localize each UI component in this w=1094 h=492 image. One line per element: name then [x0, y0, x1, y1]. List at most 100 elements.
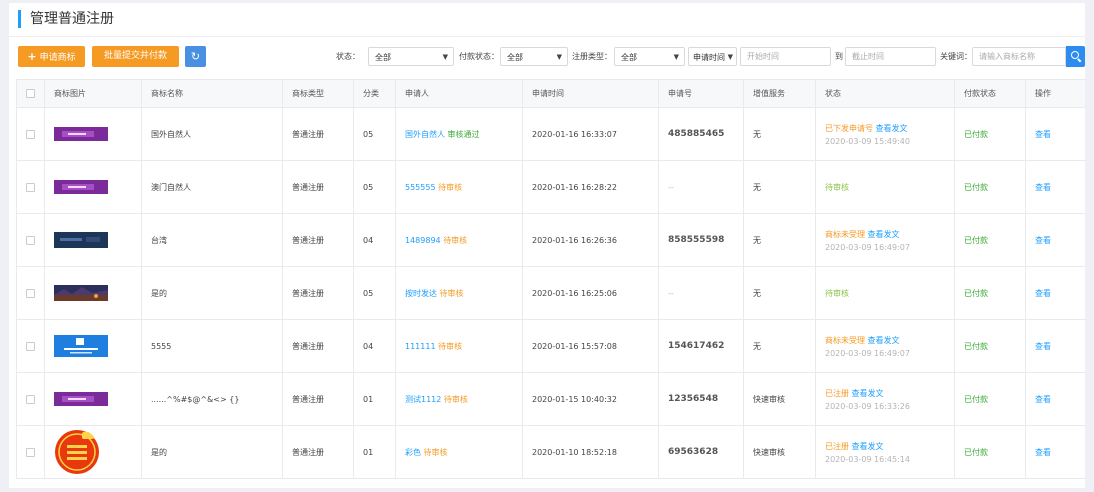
status-cell: 待审核 — [815, 266, 955, 320]
view-document-link[interactable]: 查看发文 — [868, 336, 900, 345]
applicant-link[interactable]: 测试1112 — [405, 395, 441, 404]
date-type-select[interactable]: 申请时间 ▼ — [688, 47, 737, 66]
trademark-type: 普通注册 — [282, 160, 354, 214]
night-city-image — [54, 285, 108, 301]
pay-status: 已付款 — [954, 160, 1026, 214]
row-checkbox[interactable] — [26, 182, 35, 192]
pay-status-select[interactable]: 全部 ▼ — [500, 47, 568, 66]
row-checkbox-cell[interactable] — [16, 213, 45, 267]
col-status-header: 状态 — [815, 79, 955, 108]
refresh-icon: ↻ — [190, 50, 201, 63]
view-document-link[interactable]: 查看发文 — [868, 230, 900, 239]
row-checkbox[interactable] — [26, 447, 35, 457]
col-pay-header: 付款状态 — [954, 79, 1026, 108]
end-date-input[interactable]: 截止时间 — [845, 47, 936, 66]
view-link[interactable]: 查看 — [1025, 213, 1085, 267]
applicant-link[interactable]: 国外自然人 — [405, 130, 445, 139]
view-document-link[interactable]: 查看发文 — [852, 442, 884, 451]
applicant-link[interactable]: 1489894 — [405, 236, 441, 245]
status-cell: 已下发申请号 查看发文 2020-03-09 15:49:40 — [815, 107, 955, 161]
application-number: -- — [658, 160, 744, 214]
pay-status-select-value: 全部 — [507, 53, 523, 62]
trademark-class: 05 — [353, 266, 396, 320]
select-all-checkbox-cell[interactable] — [16, 79, 45, 108]
status-text: 已下发申请号 — [825, 123, 873, 133]
status-select[interactable]: 全部 ▼ — [368, 47, 454, 66]
view-link[interactable]: 查看 — [1025, 425, 1085, 479]
trademark-type: 普通注册 — [282, 266, 354, 320]
row-checkbox-cell[interactable] — [16, 372, 45, 426]
applicant-link[interactable]: 彩色 — [405, 448, 421, 457]
search-button[interactable] — [1066, 46, 1085, 67]
status-text: 待审核 — [825, 182, 849, 192]
value-added-service: 无 — [743, 160, 816, 214]
status-cell: 已注册 查看发文 2020-03-09 16:33:26 — [815, 372, 955, 426]
trademark-image-cell — [44, 107, 142, 161]
applicant-status: 待审核 — [438, 182, 463, 192]
table-row: 是的 普通注册 01 彩色 待审核 2020-01-10 18:52:18 69… — [16, 425, 1085, 479]
refresh-button[interactable]: ↻ — [185, 46, 206, 67]
table-header-row: 商标图片 商标名称 商标类型 分类 申请人 申请时间 申请号 增值服务 状态 付… — [16, 79, 1085, 108]
col-time-header: 申请时间 — [522, 79, 659, 108]
row-checkbox[interactable] — [26, 129, 35, 139]
status-time: 2020-03-09 16:33:26 — [825, 401, 910, 411]
trademark-name: 5555 — [141, 319, 283, 373]
view-link[interactable]: 查看 — [1025, 319, 1085, 373]
trademark-class: 04 — [353, 319, 396, 373]
row-checkbox-cell[interactable] — [16, 107, 45, 161]
application-number: 485885465 — [658, 107, 744, 161]
batch-submit-pay-button[interactable]: 批量提交并付款 — [92, 46, 179, 67]
view-link[interactable]: 查看 — [1025, 266, 1085, 320]
apply-time: 2020-01-16 16:26:36 — [522, 213, 659, 267]
status-time: 2020-03-09 16:45:14 — [825, 454, 910, 464]
value-added-service: 无 — [743, 266, 816, 320]
apply-trademark-button[interactable]: + 申请商标 — [18, 46, 85, 67]
applicant-cell: 555555 待审核 — [395, 160, 523, 214]
row-checkbox-cell[interactable] — [16, 319, 45, 373]
congratulations-seal-image — [55, 430, 99, 474]
caret-down-icon: ▼ — [442, 53, 448, 61]
apply-time: 2020-01-10 18:52:18 — [522, 425, 659, 479]
trademark-image-cell — [44, 160, 142, 214]
apply-time: 2020-01-16 16:28:22 — [522, 160, 659, 214]
view-link[interactable]: 查看 — [1025, 160, 1085, 214]
applicant-link[interactable]: 111111 — [405, 342, 436, 351]
reg-type-select[interactable]: 全部 ▼ — [614, 47, 685, 66]
status-text: 已注册 — [825, 388, 849, 398]
row-checkbox-cell[interactable] — [16, 160, 45, 214]
view-link[interactable]: 查看 — [1025, 107, 1085, 161]
status-time: 2020-03-09 16:49:07 — [825, 348, 910, 358]
keyword-search-input[interactable]: 请输入商标名称 — [972, 47, 1066, 66]
table-row: 是的 普通注册 05 按时发达 待审核 2020-01-16 16:25:06 … — [16, 266, 1085, 320]
select-all-checkbox[interactable] — [26, 89, 35, 98]
view-document-link[interactable]: 查看发文 — [876, 124, 908, 133]
view-document-link[interactable]: 查看发文 — [852, 389, 884, 398]
row-checkbox[interactable] — [26, 394, 35, 404]
applicant-link[interactable]: 555555 — [405, 183, 436, 192]
row-checkbox-cell[interactable] — [16, 425, 45, 479]
value-added-service: 快速审核 — [743, 425, 816, 479]
trademark-image-cell — [44, 266, 142, 320]
applicant-link[interactable]: 按时发达 — [405, 289, 437, 298]
row-checkbox[interactable] — [26, 288, 35, 298]
pay-status: 已付款 — [954, 213, 1026, 267]
applicant-cell: 国外自然人 审核通过 — [395, 107, 523, 161]
table-row: ......^%#$@^&<> {} 普通注册 01 测试1112 待审核 20… — [16, 372, 1085, 426]
start-date-input[interactable]: 开始时间 — [740, 47, 831, 66]
application-number: -- — [658, 266, 744, 320]
row-checkbox[interactable] — [26, 341, 35, 351]
row-checkbox[interactable] — [26, 235, 35, 245]
pay-status: 已付款 — [954, 266, 1026, 320]
applicant-status: 待审核 — [438, 341, 463, 351]
col-applicant-header: 申请人 — [395, 79, 523, 108]
application-number: 154617462 — [658, 319, 744, 373]
apply-trademark-label: 申请商标 — [39, 53, 76, 63]
view-link[interactable]: 查看 — [1025, 372, 1085, 426]
applicant-status: 待审核 — [443, 235, 468, 245]
col-service-header: 增值服务 — [743, 79, 816, 108]
trademark-name: 澳门自然人 — [141, 160, 283, 214]
to-label: 到 — [835, 52, 843, 61]
trademark-image-cell — [44, 425, 142, 479]
table-row: 5555 普通注册 04 111111 待审核 2020-01-16 15:57… — [16, 319, 1085, 373]
row-checkbox-cell[interactable] — [16, 266, 45, 320]
